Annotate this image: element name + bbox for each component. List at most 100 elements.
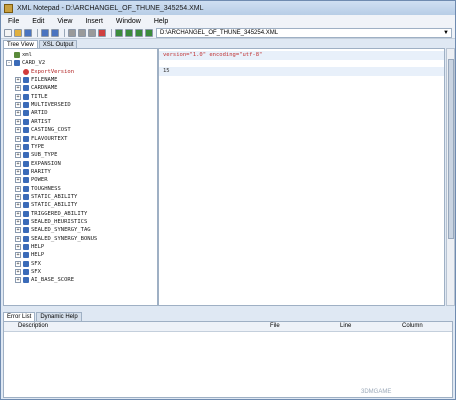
expand-icon[interactable]: + xyxy=(15,177,21,184)
redo-icon[interactable] xyxy=(51,28,59,37)
copy-icon[interactable] xyxy=(78,28,86,37)
expand-icon[interactable]: + xyxy=(15,168,21,175)
tree-node[interactable]: + TOUGHNESS xyxy=(15,185,61,193)
tree-node[interactable]: + FILENAME xyxy=(15,76,58,84)
tree-node[interactable]: + STATIC_ABILITY xyxy=(15,201,77,209)
toolbar: D:\ARCHANGEL_OF_THUNE_345254.XML ▼ xyxy=(1,27,455,39)
element-icon xyxy=(23,185,29,192)
undo-icon[interactable] xyxy=(41,28,49,37)
menu-help[interactable]: Help xyxy=(152,18,170,25)
menu-edit[interactable]: Edit xyxy=(30,18,46,25)
tab-error-list[interactable]: Error List xyxy=(3,312,36,321)
column-header-column[interactable]: Column xyxy=(402,323,423,329)
tree-node[interactable]: + TYPE xyxy=(15,143,44,151)
nudge-left-icon[interactable] xyxy=(135,28,143,37)
nudge-right-icon[interactable] xyxy=(145,28,153,37)
save-icon[interactable] xyxy=(24,28,32,37)
processing-instruction-icon xyxy=(14,52,20,58)
expand-icon[interactable]: + xyxy=(15,227,21,234)
new-icon[interactable] xyxy=(4,28,12,37)
tree-node[interactable]: + SEALED_SYNERGY_TAG xyxy=(15,226,91,234)
tree-node[interactable]: + TITLE xyxy=(15,93,48,101)
element-icon xyxy=(23,143,29,150)
expand-icon[interactable]: + xyxy=(15,127,21,134)
expand-icon[interactable]: + xyxy=(15,85,21,92)
column-header-description[interactable]: Description xyxy=(18,323,48,329)
expand-icon[interactable]: + xyxy=(15,118,21,125)
delete-icon[interactable] xyxy=(98,28,106,37)
tree-node[interactable]: xml xyxy=(6,51,32,59)
expand-icon[interactable]: + xyxy=(15,160,21,167)
element-icon xyxy=(23,102,29,109)
tree-node[interactable]: + FLAVOURTEXT xyxy=(15,135,67,143)
nudge-down-icon[interactable] xyxy=(125,28,133,37)
expand-icon[interactable]: + xyxy=(15,202,21,209)
expand-icon[interactable]: + xyxy=(15,135,21,142)
tree-node[interactable]: + ARTIST xyxy=(15,118,51,126)
tree-node[interactable]: + SUB_TYPE xyxy=(15,151,58,159)
expand-icon[interactable]: + xyxy=(15,210,21,217)
menu-view[interactable]: View xyxy=(55,18,74,25)
cut-icon[interactable] xyxy=(68,28,76,37)
tree-node[interactable]: + HELP xyxy=(15,243,44,251)
tree-node[interactable]: + POWER xyxy=(15,176,48,184)
watermark: 3DMGAME xyxy=(361,389,392,395)
tree-node[interactable]: + SEALED_SYNERGY_BONUS xyxy=(15,235,97,243)
paste-icon[interactable] xyxy=(88,28,96,37)
tab-dynamic-help[interactable]: Dynamic Help xyxy=(36,312,82,321)
expand-icon[interactable]: + xyxy=(15,260,21,267)
tree-view[interactable]: xml - CARD_V2 ExportVersion + FILENAME + CARDNA… xyxy=(3,48,158,306)
tree-node-label: ARTID xyxy=(31,110,48,117)
expand-icon[interactable]: + xyxy=(15,143,21,150)
expand-icon[interactable]: + xyxy=(15,277,21,284)
tree-node[interactable]: - CARD_V2 xyxy=(6,59,45,67)
column-header-file[interactable]: File xyxy=(270,323,280,329)
tree-node-label: POWER xyxy=(31,177,48,184)
tree-node[interactable]: + SFX xyxy=(15,268,41,276)
menu-window[interactable]: Window xyxy=(114,18,143,25)
tree-node[interactable]: + STATIC_ABILITY xyxy=(15,193,77,201)
chevron-down-icon[interactable]: ▼ xyxy=(443,29,449,37)
error-list-panel: Description File Line Column xyxy=(3,321,453,398)
scrollbar-thumb[interactable] xyxy=(448,59,454,239)
column-header-line[interactable]: Line xyxy=(340,323,351,329)
value-pane[interactable]: version="1.0" encoding="utf-8" 15 xyxy=(158,48,445,306)
window-title: XML Notepad - D:\ARCHANGEL_OF_THUNE_3452… xyxy=(17,4,204,12)
element-icon xyxy=(23,77,29,84)
expand-icon[interactable]: + xyxy=(15,185,21,192)
expand-icon[interactable]: + xyxy=(15,269,21,276)
tree-node[interactable]: + SEALED_HEURISTICS xyxy=(15,218,87,226)
tree-node[interactable]: + SFX xyxy=(15,260,41,268)
menu-insert[interactable]: Insert xyxy=(83,18,105,25)
value-cell[interactable] xyxy=(159,276,444,285)
expand-icon[interactable]: + xyxy=(15,244,21,251)
expand-icon[interactable]: + xyxy=(15,93,21,100)
tree-node[interactable]: + ARTID xyxy=(15,109,48,117)
expand-icon[interactable]: + xyxy=(15,110,21,117)
expand-icon[interactable]: + xyxy=(15,219,21,225)
tree-node[interactable]: + TRIGGERED_ABILITY xyxy=(15,210,87,218)
expand-icon[interactable]: + xyxy=(15,235,21,242)
expand-icon[interactable]: + xyxy=(15,252,21,259)
tree-node[interactable]: + MULTIVERSEID xyxy=(15,101,71,109)
element-icon xyxy=(23,210,29,217)
path-combobox[interactable]: D:\ARCHANGEL_OF_THUNE_345254.XML ▼ xyxy=(156,28,452,38)
expand-icon[interactable]: + xyxy=(15,193,21,200)
tree-node[interactable]: + AI_BASE_SCORE xyxy=(15,276,74,284)
open-icon[interactable] xyxy=(14,28,22,37)
expand-icon[interactable]: + xyxy=(15,77,21,84)
collapse-icon[interactable]: - xyxy=(6,60,12,67)
tree-node[interactable]: + EXPANSION xyxy=(15,160,61,168)
expand-icon[interactable]: + xyxy=(15,102,21,109)
tree-node-label: TRIGGERED_ABILITY xyxy=(31,210,88,217)
expand-icon[interactable]: + xyxy=(15,152,21,159)
tree-node[interactable]: ExportVersion xyxy=(15,68,74,76)
vertical-scrollbar[interactable] xyxy=(446,48,455,306)
menu-file[interactable]: File xyxy=(6,18,21,25)
tree-node[interactable]: + CASTING_COST xyxy=(15,126,71,134)
value-text: 15 xyxy=(163,68,170,75)
tree-node[interactable]: + RARITY xyxy=(15,168,51,176)
tree-node[interactable]: + CARDNAME xyxy=(15,84,58,92)
tree-node[interactable]: + HELP xyxy=(15,251,44,259)
nudge-up-icon[interactable] xyxy=(115,28,123,37)
